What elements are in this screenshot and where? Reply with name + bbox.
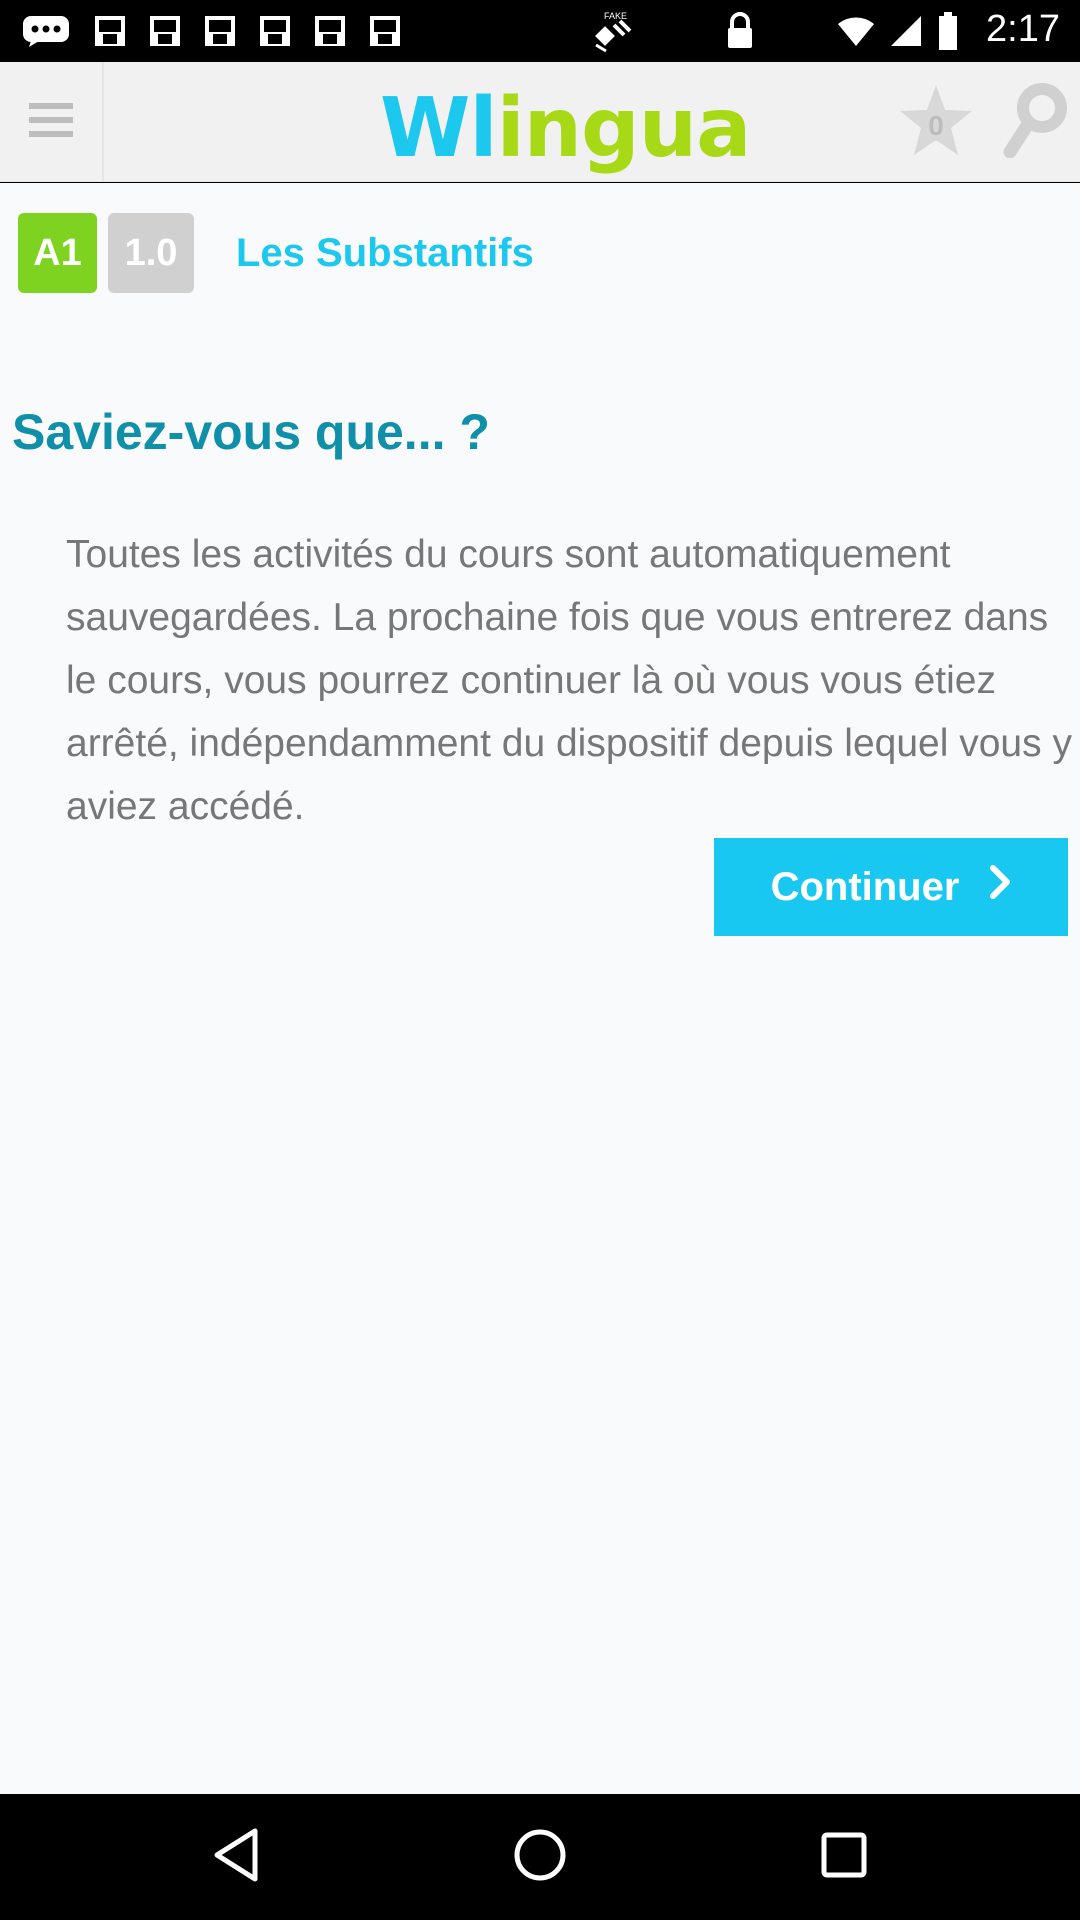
- level-badge: A1: [18, 213, 97, 293]
- message-icon: [18, 10, 74, 52]
- image-icon: [200, 10, 240, 52]
- continue-button[interactable]: Continuer: [714, 838, 1068, 936]
- image-icon: [310, 10, 350, 52]
- image-icon: [145, 10, 185, 52]
- status-bar: FAKE 2:17: [0, 0, 1080, 62]
- image-icon: [365, 10, 405, 52]
- logo-letter-w: W: [380, 81, 470, 176]
- recents-button[interactable]: [804, 1817, 884, 1897]
- app-logo: Wl i ngua: [380, 80, 752, 176]
- wifi-icon: [836, 10, 876, 52]
- navigation-bar: [0, 1794, 1080, 1920]
- tip-heading: Saviez-vous que... ?: [12, 404, 490, 460]
- status-time: 2:17: [986, 8, 1060, 50]
- logo-letters-ngua: ngua: [523, 81, 752, 176]
- star-count: 0: [928, 110, 944, 141]
- recents-square-icon: [820, 1831, 868, 1884]
- logo-letter-i: i: [496, 81, 525, 176]
- lesson-content: A1 1.0 Les Substantifs Saviez-vous que..…: [0, 183, 1080, 1794]
- image-icon: [255, 10, 295, 52]
- continue-label: Continuer: [770, 864, 960, 909]
- menu-button[interactable]: [0, 62, 104, 182]
- search-icon: [1002, 82, 1068, 163]
- image-icon: [90, 10, 130, 52]
- stars-button[interactable]: 0: [894, 80, 978, 164]
- mock-location-icon: FAKE: [588, 10, 642, 53]
- app-header: Wl i ngua 0: [0, 62, 1080, 182]
- hamburger-icon: [29, 101, 73, 144]
- fake-label: FAKE: [604, 11, 627, 21]
- logo-letter-l: l: [469, 81, 497, 176]
- lock-icon: [720, 10, 760, 52]
- home-button[interactable]: [500, 1817, 580, 1897]
- signal-icon: [888, 10, 924, 52]
- back-triangle-icon: [211, 1827, 261, 1888]
- home-circle-icon: [513, 1828, 567, 1887]
- version-badge: 1.0: [108, 213, 194, 293]
- back-button[interactable]: [196, 1817, 276, 1897]
- tip-text: Toutes les activités du cours sont autom…: [66, 533, 1072, 828]
- chevron-right-icon: [989, 864, 1011, 910]
- lesson-title: Les Substantifs: [236, 231, 534, 275]
- search-button[interactable]: [996, 80, 1074, 164]
- battery-icon: [936, 10, 960, 52]
